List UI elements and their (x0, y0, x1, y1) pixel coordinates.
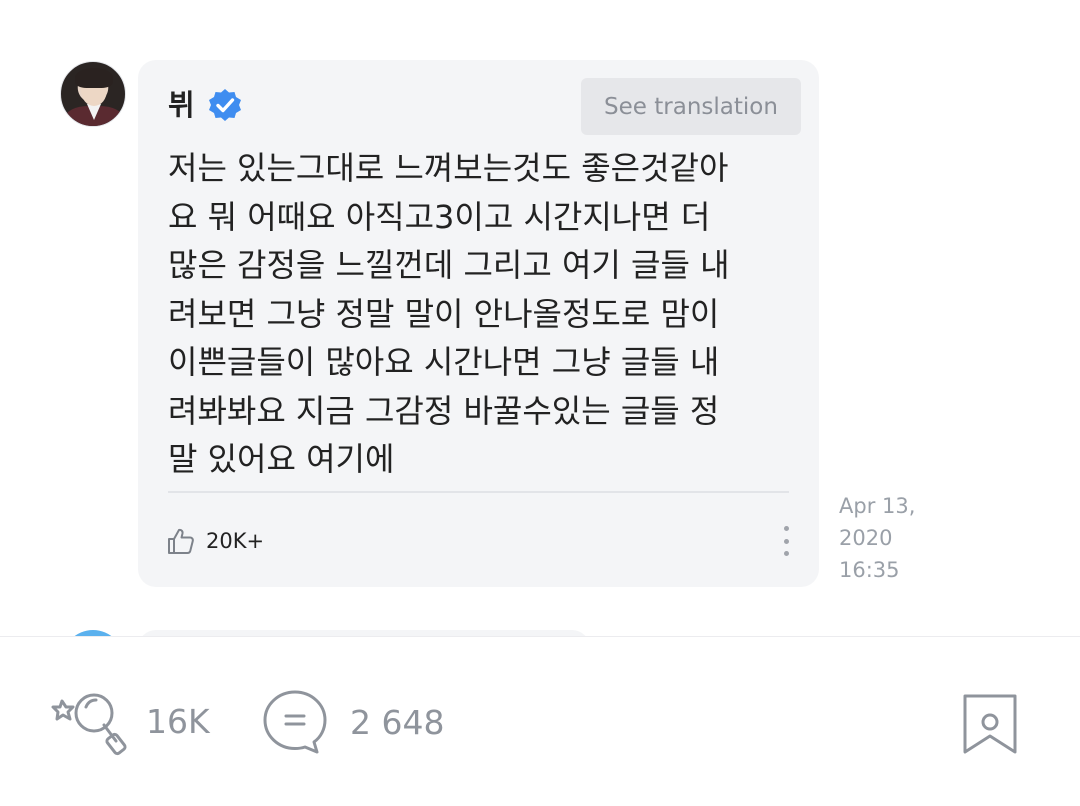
like-button[interactable]: 20K+ (166, 526, 264, 556)
comment-text: 저는 있는그대로 느껴보는것도 좋은것같아 요 뭐 어때요 아직고3이고 시간지… (168, 149, 730, 478)
timestamp-date: Apr 13, (839, 494, 916, 518)
comment-count: 2 648 (350, 702, 445, 742)
see-translation-button[interactable]: See translation (581, 78, 801, 135)
lightstick-icon (51, 693, 127, 756)
thumbs-up-icon (168, 528, 194, 554)
timestamp: Apr 13, 2020 16:35 (839, 490, 959, 586)
lightstick-count: 16K (146, 701, 210, 741)
avatar-hair (75, 68, 113, 88)
timestamp-year: 2020 (839, 526, 893, 550)
divider (168, 491, 789, 493)
bottom-action-bar: 16K 2 648 (0, 636, 1080, 806)
more-options-icon[interactable] (776, 526, 796, 556)
author-name[interactable]: 뷔 (168, 82, 195, 124)
verified-badge-icon (209, 89, 241, 121)
comments-button[interactable]: 2 648 (262, 689, 444, 755)
comment-card: 뷔 See translation 저는 있는그대로 느껴보는것도 좋은것같아 … (138, 60, 819, 587)
timestamp-time: 16:35 (839, 558, 900, 582)
like-count: 20K+ (206, 529, 265, 553)
author-avatar[interactable] (60, 61, 126, 127)
comment-bubble-icon (263, 690, 327, 754)
bookmark-icon[interactable] (963, 694, 1017, 754)
lightstick-button[interactable]: 16K (50, 685, 210, 757)
